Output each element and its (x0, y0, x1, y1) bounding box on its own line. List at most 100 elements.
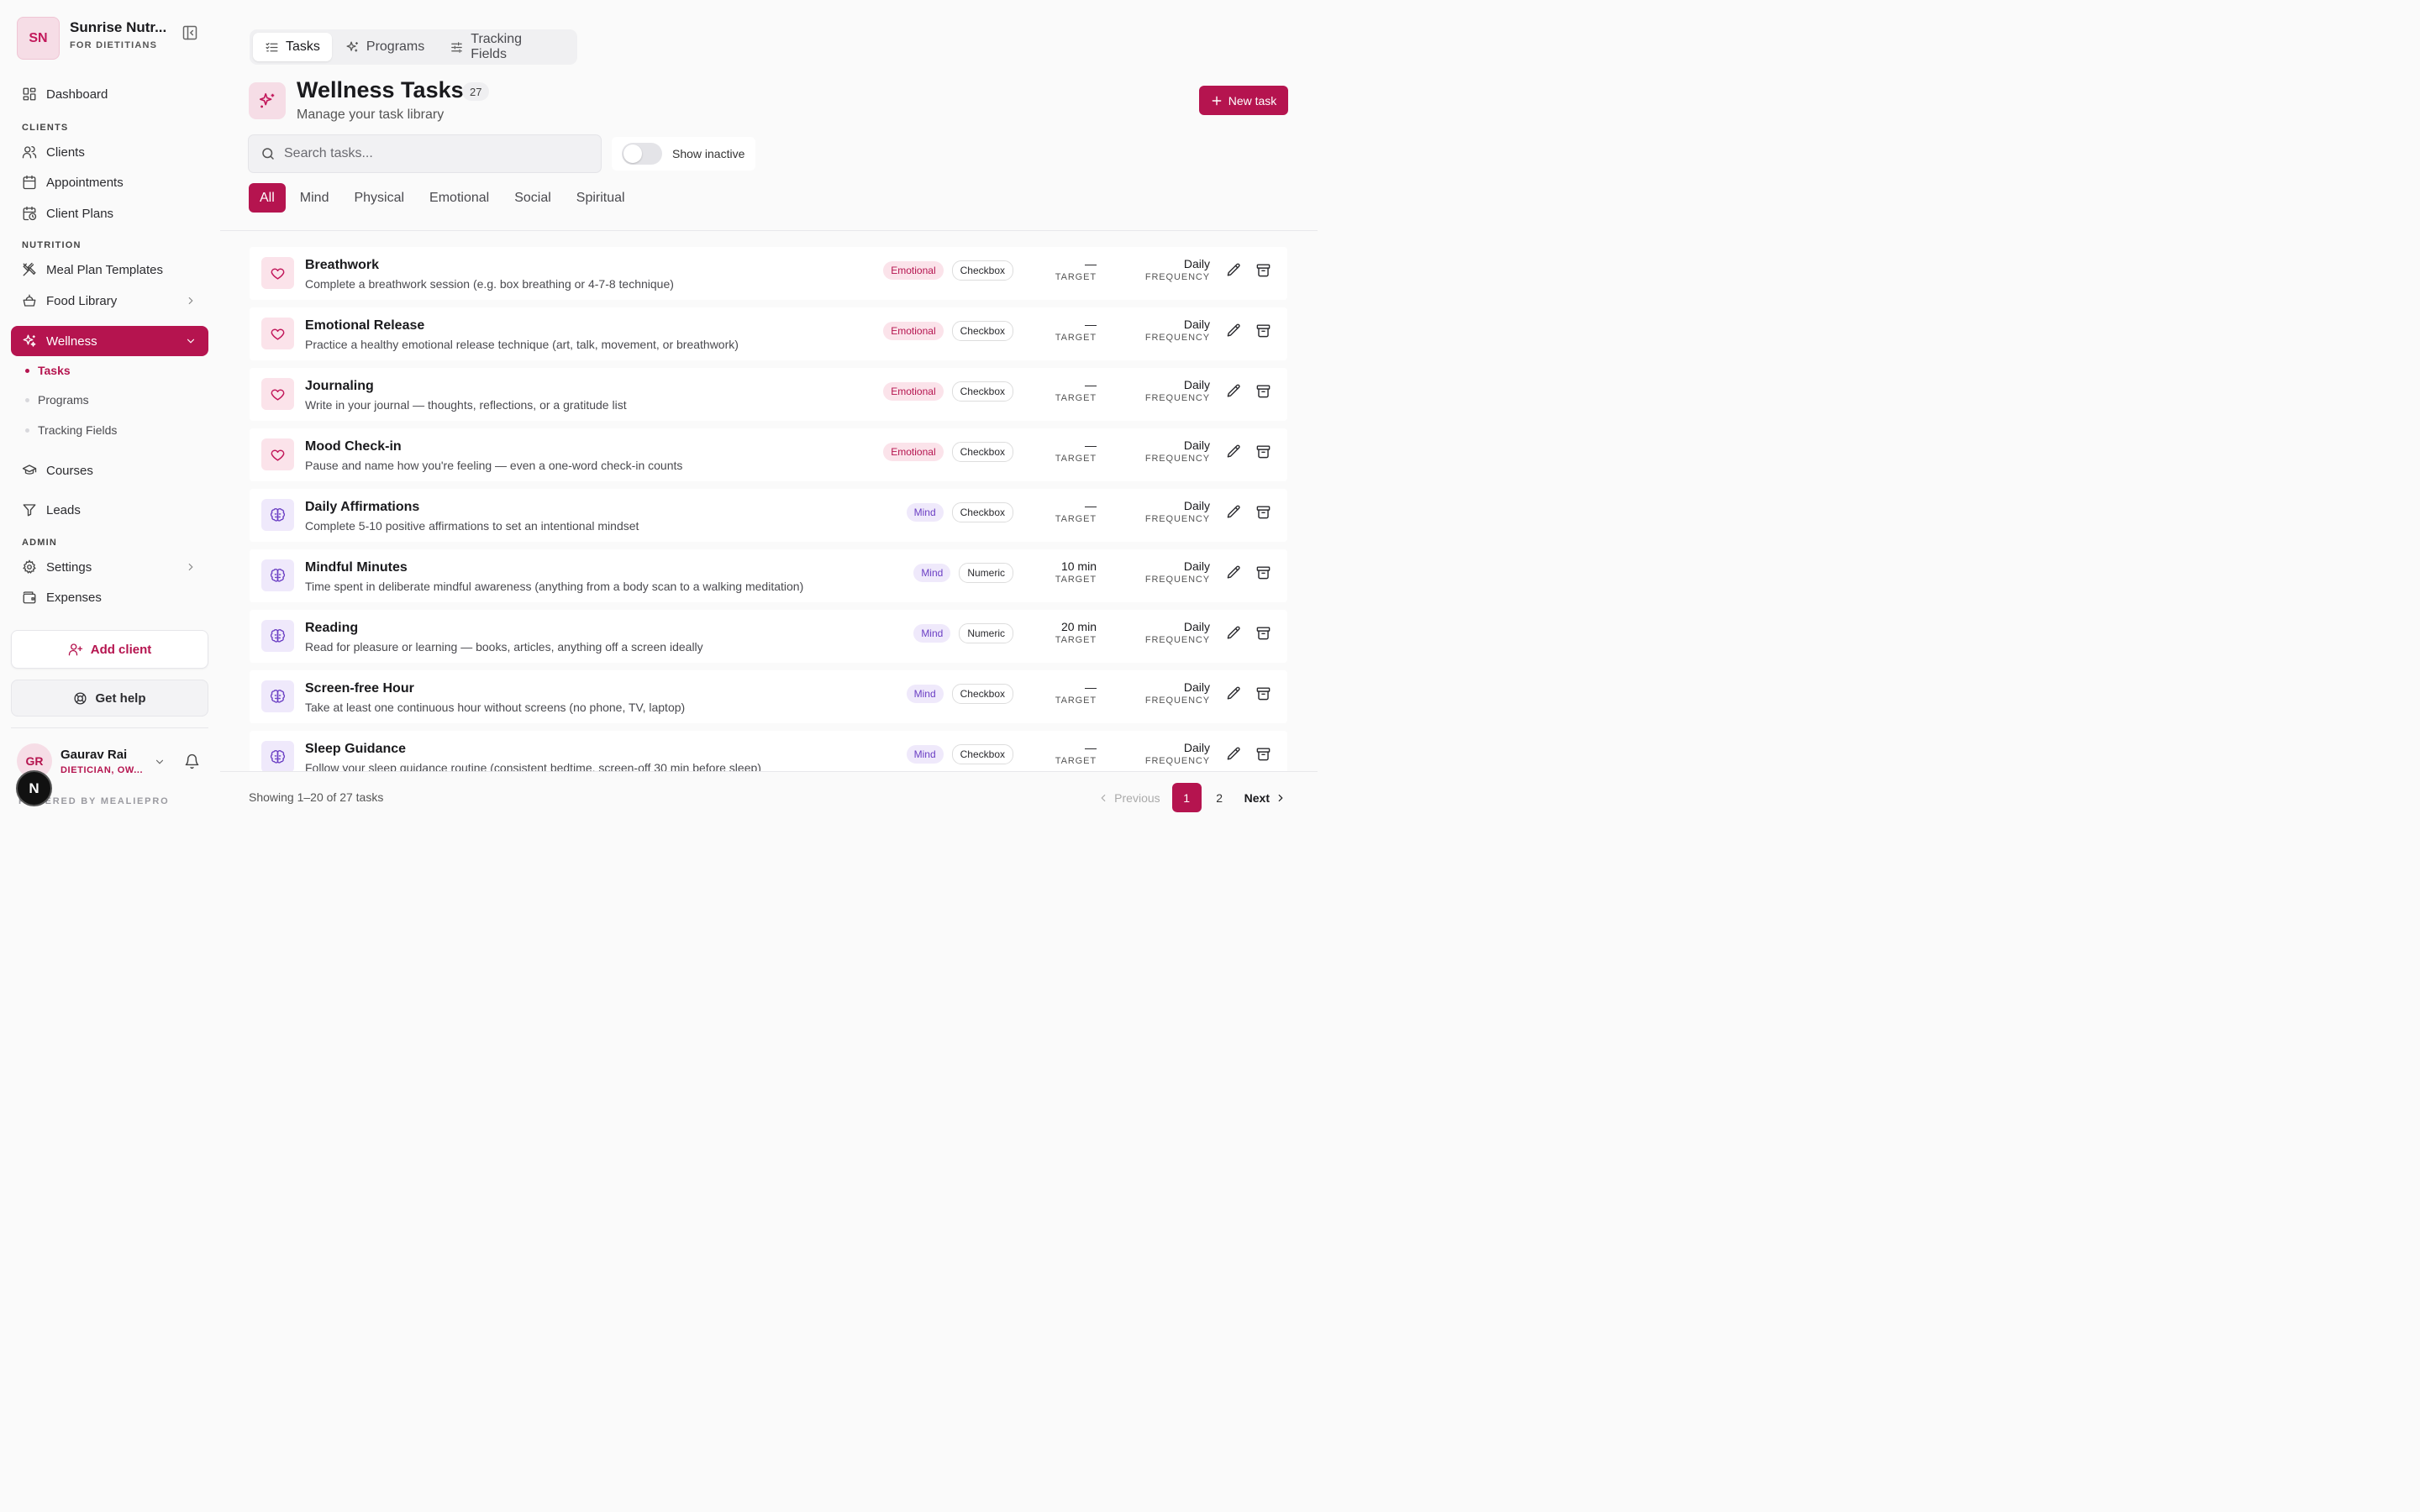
pencil-icon[interactable] (1226, 504, 1242, 520)
brand-logo[interactable]: SN (17, 17, 60, 60)
frequency-label: FREQUENCY (1144, 333, 1210, 343)
task-row[interactable]: Sleep Guidance Follow your sleep guidanc… (250, 731, 1287, 771)
add-client-button[interactable]: Add client (11, 630, 208, 669)
category-badge: Emotional (883, 443, 944, 461)
user-role: DIETICIAN, OW... (60, 765, 144, 775)
task-row[interactable]: Emotional Release Practice a healthy emo… (250, 307, 1287, 360)
sidebar-item-dashboard[interactable]: Dashboard (11, 79, 208, 109)
target-value: — (1085, 318, 1097, 331)
frequency-label: FREQUENCY (1144, 272, 1210, 282)
pencil-icon[interactable] (1226, 444, 1242, 459)
get-help-button[interactable]: Get help (11, 680, 208, 717)
filter-emotional[interactable]: Emotional (417, 183, 502, 213)
sidebar-item-clients[interactable]: Clients (11, 137, 208, 167)
new-task-button[interactable]: New task (1199, 86, 1288, 115)
show-inactive-control: Show inactive (612, 137, 755, 171)
tab-tasks[interactable]: Tasks (253, 33, 332, 61)
task-chips: Mind Numeric (913, 623, 1013, 643)
graduation-cap-icon (22, 463, 37, 478)
task-chips: Emotional Checkbox (883, 321, 1013, 341)
pencil-icon[interactable] (1226, 685, 1242, 701)
wallet-icon (22, 590, 37, 605)
pencil-icon[interactable] (1226, 383, 1242, 399)
task-row[interactable]: Mood Check-in Pause and name how you're … (250, 428, 1287, 481)
target-value: — (1085, 257, 1097, 270)
sidebar-item-settings[interactable]: Settings (11, 552, 208, 582)
pencil-icon[interactable] (1226, 625, 1242, 641)
filter-mind[interactable]: Mind (287, 183, 342, 213)
sidebar-subitem-programs[interactable]: Programs (25, 393, 89, 407)
tab-tracking-fields[interactable]: Tracking Fields (438, 32, 572, 61)
pencil-icon[interactable] (1226, 564, 1242, 580)
brain-icon (261, 620, 294, 652)
search-input[interactable] (284, 146, 587, 161)
chevron-right-icon (185, 561, 197, 573)
pencil-icon[interactable] (1226, 323, 1242, 339)
type-badge: Numeric (959, 563, 1013, 583)
archive-icon[interactable] (1255, 323, 1271, 339)
divider (220, 230, 1318, 231)
archive-icon[interactable] (1255, 625, 1271, 641)
frequency-label: FREQUENCY (1144, 393, 1210, 403)
sidebar-item-meal-plan-templates[interactable]: Meal Plan Templates (11, 255, 208, 285)
lifebuoy-icon (73, 691, 87, 706)
frequency-value: Daily (1183, 680, 1210, 694)
category-badge: Mind (913, 624, 951, 643)
sidebar-item-food-library[interactable]: Food Library (11, 286, 208, 316)
pencil-icon[interactable] (1226, 746, 1242, 762)
target-label: TARGET (1055, 575, 1097, 585)
sidebar-item-label: Clients (46, 144, 85, 160)
task-row[interactable]: Journaling Write in your journal — thoug… (250, 368, 1287, 421)
task-description: Pause and name how you're feeling — even… (305, 459, 683, 472)
divider (11, 727, 208, 728)
task-row[interactable]: Breathwork Complete a breathwork session… (250, 247, 1287, 300)
archive-icon[interactable] (1255, 746, 1271, 762)
next-page-button[interactable]: Next (1244, 791, 1286, 805)
archive-icon[interactable] (1255, 564, 1271, 580)
sidebar-subitem-tracking-fields[interactable]: Tracking Fields (25, 423, 117, 437)
sidebar-item-expenses[interactable]: Expenses (11, 582, 208, 612)
sidebar-item-label: Wellness (46, 333, 97, 349)
pencil-icon[interactable] (1226, 262, 1242, 278)
sidebar-item-leads[interactable]: Leads (11, 495, 208, 525)
archive-icon[interactable] (1255, 383, 1271, 399)
tab-programs[interactable]: Programs (334, 33, 436, 61)
sidebar-item-label: Client Plans (46, 206, 114, 221)
task-title: Mood Check-in (305, 439, 402, 454)
task-description: Complete a breathwork session (e.g. box … (305, 277, 674, 291)
archive-icon[interactable] (1255, 504, 1271, 520)
sidebar-item-courses[interactable]: Courses (11, 455, 208, 486)
user-plus-icon (68, 642, 83, 657)
task-row[interactable]: Daily Affirmations Complete 5-10 positiv… (250, 489, 1287, 542)
brand-name: Sunrise Nutr... (70, 19, 167, 35)
nextjs-dev-badge[interactable]: N (16, 770, 52, 806)
filter-social[interactable]: Social (502, 183, 564, 213)
target-label: TARGET (1055, 393, 1097, 403)
filter-all[interactable]: All (249, 183, 286, 213)
archive-icon[interactable] (1255, 262, 1271, 278)
task-row[interactable]: Reading Read for pleasure or learning — … (250, 610, 1287, 663)
users-icon (22, 144, 37, 160)
filter-physical[interactable]: Physical (341, 183, 417, 213)
frequency-label: FREQUENCY (1144, 756, 1210, 766)
sidebar-item-appointments[interactable]: Appointments (11, 167, 208, 197)
category-badge: Mind (913, 564, 951, 582)
sidebar-collapse-icon[interactable] (182, 24, 198, 41)
page-1-button[interactable]: 1 (1171, 783, 1202, 812)
previous-page-button[interactable]: Previous (1097, 791, 1160, 805)
archive-icon[interactable] (1255, 685, 1271, 701)
task-row[interactable]: Screen-free Hour Take at least one conti… (250, 670, 1287, 723)
sidebar-item-wellness[interactable]: Wellness (11, 326, 208, 356)
sidebar-item-label: Courses (46, 463, 93, 478)
page-2-button[interactable]: 2 (1205, 783, 1234, 812)
filter-spiritual[interactable]: Spiritual (564, 183, 638, 213)
frequency-value: Daily (1183, 559, 1210, 573)
chevron-down-icon[interactable] (154, 756, 166, 768)
archive-icon[interactable] (1255, 444, 1271, 459)
bell-icon[interactable] (184, 753, 200, 769)
sidebar-item-client-plans[interactable]: Client Plans (11, 198, 208, 228)
show-inactive-toggle[interactable] (622, 143, 662, 165)
task-row[interactable]: Mindful Minutes Time spent in deliberate… (250, 549, 1287, 602)
sidebar-subitem-tasks[interactable]: Tasks (25, 364, 71, 377)
tab-label: Tasks (286, 39, 320, 54)
